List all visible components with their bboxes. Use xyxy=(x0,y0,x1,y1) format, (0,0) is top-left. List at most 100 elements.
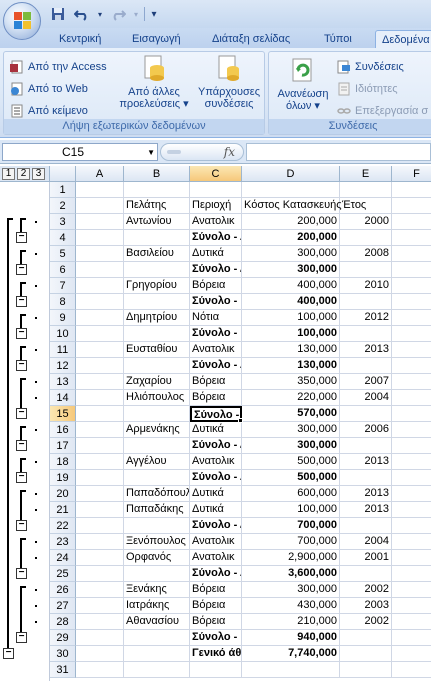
cell-f28[interactable] xyxy=(392,614,431,630)
cell-d7[interactable]: 400,000 xyxy=(242,278,340,294)
cell-b30[interactable] xyxy=(124,646,190,662)
row-header-12[interactable]: 12 xyxy=(50,358,76,374)
resize-handle-icon[interactable] xyxy=(167,150,181,154)
cell-f13[interactable] xyxy=(392,374,431,390)
cell-f16[interactable] xyxy=(392,422,431,438)
cell-d23[interactable]: 700,000 xyxy=(242,534,340,550)
cell-e13[interactable]: 2007 xyxy=(340,374,392,390)
cell-a12[interactable] xyxy=(76,358,124,374)
cell-f25[interactable] xyxy=(392,566,431,582)
cell-f15[interactable] xyxy=(392,406,431,422)
cell-f27[interactable] xyxy=(392,598,431,614)
cell-c30[interactable]: Γενικό άθ xyxy=(190,646,242,662)
cell-a28[interactable] xyxy=(76,614,124,630)
cell-c15[interactable]: Σύνολο - Β xyxy=(190,406,242,422)
cell-a23[interactable] xyxy=(76,534,124,550)
cell-d19[interactable]: 500,000 xyxy=(242,470,340,486)
cell-c18[interactable]: Ανατολικ xyxy=(190,454,242,470)
cell-d11[interactable]: 130,000 xyxy=(242,342,340,358)
cell-b21[interactable]: Παπαδάκης xyxy=(124,502,190,518)
cell-c29[interactable]: Σύνολο - Β xyxy=(190,630,242,646)
cell-c7[interactable]: Βόρεια xyxy=(190,278,242,294)
collapse-group-row-15[interactable]: − xyxy=(16,408,27,419)
cell-d8[interactable]: 400,000 xyxy=(242,294,340,310)
cell-e18[interactable]: 2013 xyxy=(340,454,392,470)
cell-d9[interactable]: 100,000 xyxy=(242,310,340,326)
cell-e2[interactable]: Έτος xyxy=(340,198,392,214)
cell-a29[interactable] xyxy=(76,630,124,646)
cell-f26[interactable] xyxy=(392,582,431,598)
from-web-button[interactable]: Από το Web xyxy=(10,80,88,98)
collapse-group-row-10[interactable]: − xyxy=(16,328,27,339)
cell-e26[interactable]: 2002 xyxy=(340,582,392,598)
cell-f31[interactable] xyxy=(392,662,431,678)
cell-d18[interactable]: 500,000 xyxy=(242,454,340,470)
column-header-a[interactable]: A xyxy=(76,166,124,182)
cell-e27[interactable]: 2003 xyxy=(340,598,392,614)
row-header-16[interactable]: 16 xyxy=(50,422,76,438)
cell-e7[interactable]: 2010 xyxy=(340,278,392,294)
cell-a27[interactable] xyxy=(76,598,124,614)
cell-f24[interactable] xyxy=(392,550,431,566)
cell-b27[interactable]: Ιατράκης xyxy=(124,598,190,614)
office-button[interactable] xyxy=(3,2,41,40)
cell-a11[interactable] xyxy=(76,342,124,358)
tab-home[interactable]: Κεντρική xyxy=(59,30,101,48)
row-header-11[interactable]: 11 xyxy=(50,342,76,358)
cell-c27[interactable]: Βόρεια xyxy=(190,598,242,614)
cell-d21[interactable]: 100,000 xyxy=(242,502,340,518)
cell-b23[interactable]: Ξενόπουλος xyxy=(124,534,190,550)
cell-c28[interactable]: Βόρεια xyxy=(190,614,242,630)
tab-insert[interactable]: Εισαγωγή xyxy=(132,30,181,48)
cell-b10[interactable] xyxy=(124,326,190,342)
cell-a9[interactable] xyxy=(76,310,124,326)
cell-f3[interactable] xyxy=(392,214,431,230)
cell-f8[interactable] xyxy=(392,294,431,310)
cell-e29[interactable] xyxy=(340,630,392,646)
customize-qat-icon[interactable]: ▾ xyxy=(149,5,159,23)
cell-d14[interactable]: 220,000 xyxy=(242,390,340,406)
undo-icon[interactable] xyxy=(72,5,92,23)
cell-d29[interactable]: 940,000 xyxy=(242,630,340,646)
row-header-17[interactable]: 17 xyxy=(50,438,76,454)
cell-f11[interactable] xyxy=(392,342,431,358)
cell-b18[interactable]: Αγγέλου xyxy=(124,454,190,470)
cell-e14[interactable]: 2004 xyxy=(340,390,392,406)
cell-e20[interactable]: 2013 xyxy=(340,486,392,502)
cell-d26[interactable]: 300,000 xyxy=(242,582,340,598)
collapse-group-row-17[interactable]: − xyxy=(16,440,27,451)
cell-a7[interactable] xyxy=(76,278,124,294)
cell-d13[interactable]: 350,000 xyxy=(242,374,340,390)
cell-a10[interactable] xyxy=(76,326,124,342)
cell-a6[interactable] xyxy=(76,262,124,278)
cell-e22[interactable] xyxy=(340,518,392,534)
cell-a8[interactable] xyxy=(76,294,124,310)
cell-c13[interactable]: Βόρεια xyxy=(190,374,242,390)
cell-a3[interactable] xyxy=(76,214,124,230)
cell-b1[interactable] xyxy=(124,182,190,198)
cell-e15[interactable] xyxy=(340,406,392,422)
collapse-group-row-6[interactable]: − xyxy=(16,264,27,275)
cell-b26[interactable]: Ξενάκης xyxy=(124,582,190,598)
cell-c23[interactable]: Ανατολικ xyxy=(190,534,242,550)
connections-button[interactable]: Συνδέσεις xyxy=(337,58,404,76)
edit-links-button[interactable]: Επεξεργασία σ xyxy=(337,102,428,120)
cell-c12[interactable]: Σύνολο - Α xyxy=(190,358,242,374)
cell-c16[interactable]: Δυτικά xyxy=(190,422,242,438)
cell-b17[interactable] xyxy=(124,438,190,454)
row-header-23[interactable]: 23 xyxy=(50,534,76,550)
cell-b31[interactable] xyxy=(124,662,190,678)
cell-b28[interactable]: Αθανασίου xyxy=(124,614,190,630)
cell-c17[interactable]: Σύνολο - Δ xyxy=(190,438,242,454)
cell-f12[interactable] xyxy=(392,358,431,374)
cell-e3[interactable]: 2000 xyxy=(340,214,392,230)
cell-b20[interactable]: Παπαδόπουλ xyxy=(124,486,190,502)
cell-a31[interactable] xyxy=(76,662,124,678)
tab-data[interactable]: Δεδομένα xyxy=(375,30,431,48)
collapse-group-row-29[interactable]: − xyxy=(16,632,27,643)
row-header-1[interactable]: 1 xyxy=(50,182,76,198)
cell-e21[interactable]: 2013 xyxy=(340,502,392,518)
cell-d28[interactable]: 210,000 xyxy=(242,614,340,630)
from-other-sources-button[interactable]: Από άλλες προελεύσεις ▾ xyxy=(114,54,194,110)
cell-c25[interactable]: Σύνολο - Α xyxy=(190,566,242,582)
